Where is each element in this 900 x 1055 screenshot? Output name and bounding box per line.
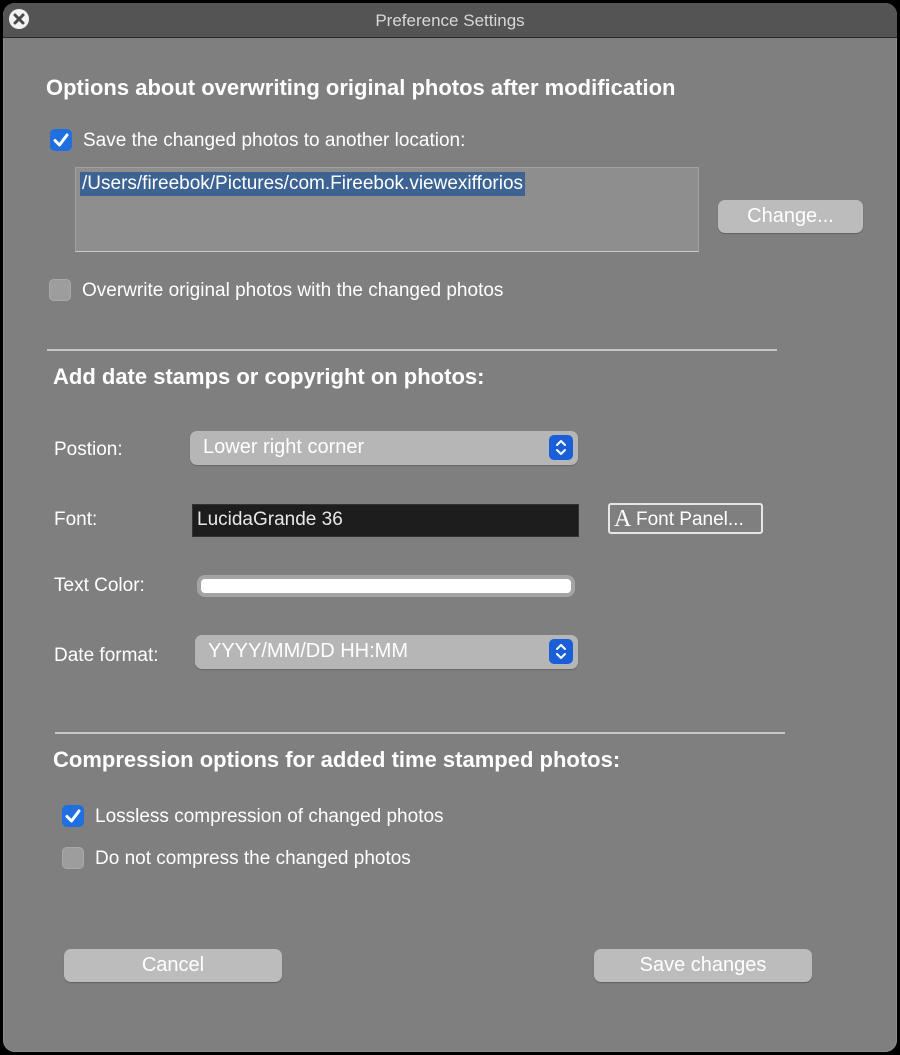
- font-icon: A: [614, 506, 632, 532]
- no-compress-label: Do not compress the changed photos: [95, 848, 411, 869]
- chevron-up-down-icon: [556, 644, 566, 659]
- stamp-section-heading: Add date stamps or copyright on photos:: [53, 364, 485, 389]
- date-format-stepper: [549, 639, 573, 664]
- date-format-label: Date format:: [54, 645, 159, 666]
- preference-settings-window: Preference Settings Options about overwr…: [3, 3, 897, 1052]
- position-selected-value: Lower right corner: [203, 436, 365, 458]
- font-field[interactable]: LucidaGrande 36: [192, 504, 579, 537]
- font-label: Font:: [54, 509, 98, 530]
- lossless-compression-checkbox[interactable]: [62, 805, 84, 827]
- position-stepper: [549, 435, 573, 460]
- overwrite-section-heading: Options about overwriting original photo…: [46, 75, 676, 100]
- cancel-button[interactable]: Cancel: [64, 949, 282, 982]
- overwrite-original-checkbox[interactable]: [49, 279, 71, 301]
- change-location-button[interactable]: Change...: [718, 200, 863, 233]
- section-divider: [55, 732, 785, 734]
- text-color-label: Text Color:: [54, 575, 145, 596]
- checkmark-icon: [53, 133, 69, 147]
- lossless-compression-label: Lossless compression of changed photos: [95, 806, 444, 827]
- save-location-field[interactable]: /Users/fireebok/Pictures/com.Fireebok.vi…: [75, 167, 699, 252]
- overwrite-original-label: Overwrite original photos with the chang…: [82, 280, 504, 301]
- save-changes-button[interactable]: Save changes: [594, 949, 812, 982]
- date-format-select[interactable]: YYYY/MM/DD HH:MM: [195, 635, 578, 669]
- text-color-swatch: [201, 579, 571, 593]
- font-panel-label: Font Panel...: [636, 509, 744, 530]
- window-title: Preference Settings: [375, 11, 525, 30]
- font-value: LucidaGrande 36: [197, 509, 343, 530]
- title-bar: Preference Settings: [3, 3, 897, 38]
- compression-section-heading: Compression options for added time stamp…: [53, 747, 621, 772]
- position-select[interactable]: Lower right corner: [190, 431, 578, 465]
- text-color-well[interactable]: [197, 575, 575, 597]
- position-label: Postion:: [54, 439, 123, 460]
- save-elsewhere-label: Save the changed photos to another locat…: [83, 130, 466, 151]
- save-location-path: /Users/fireebok/Pictures/com.Fireebok.vi…: [80, 172, 526, 196]
- save-elsewhere-checkbox[interactable]: [50, 129, 72, 151]
- chevron-up-down-icon: [556, 440, 566, 455]
- date-format-selected-value: YYYY/MM/DD HH:MM: [208, 640, 408, 662]
- section-divider: [47, 349, 777, 351]
- no-compress-checkbox[interactable]: [62, 847, 84, 869]
- font-panel-button[interactable]: A Font Panel...: [608, 503, 763, 534]
- checkmark-icon: [65, 809, 81, 823]
